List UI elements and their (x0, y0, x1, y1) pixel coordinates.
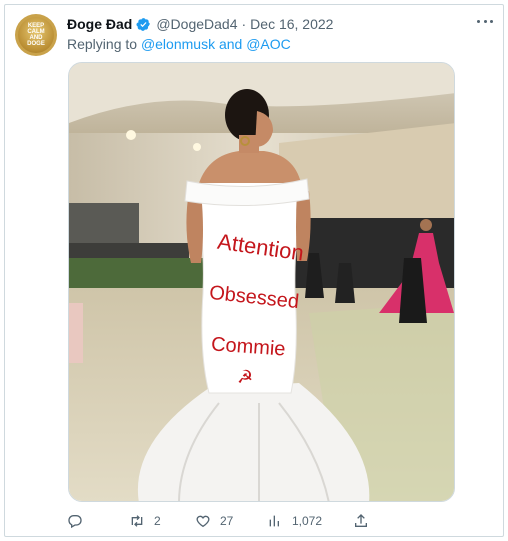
retweet-icon (131, 515, 143, 527)
reply-button[interactable] (67, 510, 92, 532)
views-button[interactable]: 1,072 (267, 510, 322, 532)
user-handle[interactable]: @DogeDad4 (156, 16, 237, 32)
like-count: 27 (220, 514, 234, 528)
share-icon (355, 514, 367, 527)
separator-dot: · (241, 16, 247, 32)
reply-mentions-link[interactable]: @elonmusk and @AOC (141, 36, 291, 52)
tweet-photo[interactable]: Attention Obsessed Commie ☭ (68, 62, 455, 502)
replying-prefix: Replying to (67, 36, 138, 52)
retweet-count: 2 (154, 514, 161, 528)
avatar-text-line: DOGE (27, 41, 45, 47)
replying-to: Replying to @elonmusk and @AOC (67, 36, 291, 52)
views-icon (269, 515, 279, 527)
share-button[interactable] (353, 510, 369, 532)
retweet-button[interactable]: 2 (129, 510, 161, 532)
tweet-date[interactable]: Dec 16, 2022 (250, 16, 333, 32)
like-icon (196, 515, 210, 528)
more-icon[interactable] (475, 13, 495, 29)
display-name[interactable]: Đoge Đad (67, 16, 132, 32)
like-button[interactable]: 27 (195, 510, 233, 532)
tweet-header: Đoge Đad @DogeDad4 · Dec 16, 2022 (67, 14, 333, 34)
views-count: 1,072 (292, 514, 323, 528)
tweet-card[interactable]: KEEP CALM AND DOGE Đoge Đad @DogeDad4 · … (4, 4, 504, 537)
verified-badge-icon (136, 17, 151, 32)
avatar-image: KEEP CALM AND DOGE (18, 17, 54, 53)
reply-icon (68, 515, 82, 529)
avatar[interactable]: KEEP CALM AND DOGE (15, 14, 57, 56)
tweet-actions: 2 27 1,072 (67, 510, 377, 532)
hammer-sickle-symbol: ☭ (237, 367, 253, 388)
